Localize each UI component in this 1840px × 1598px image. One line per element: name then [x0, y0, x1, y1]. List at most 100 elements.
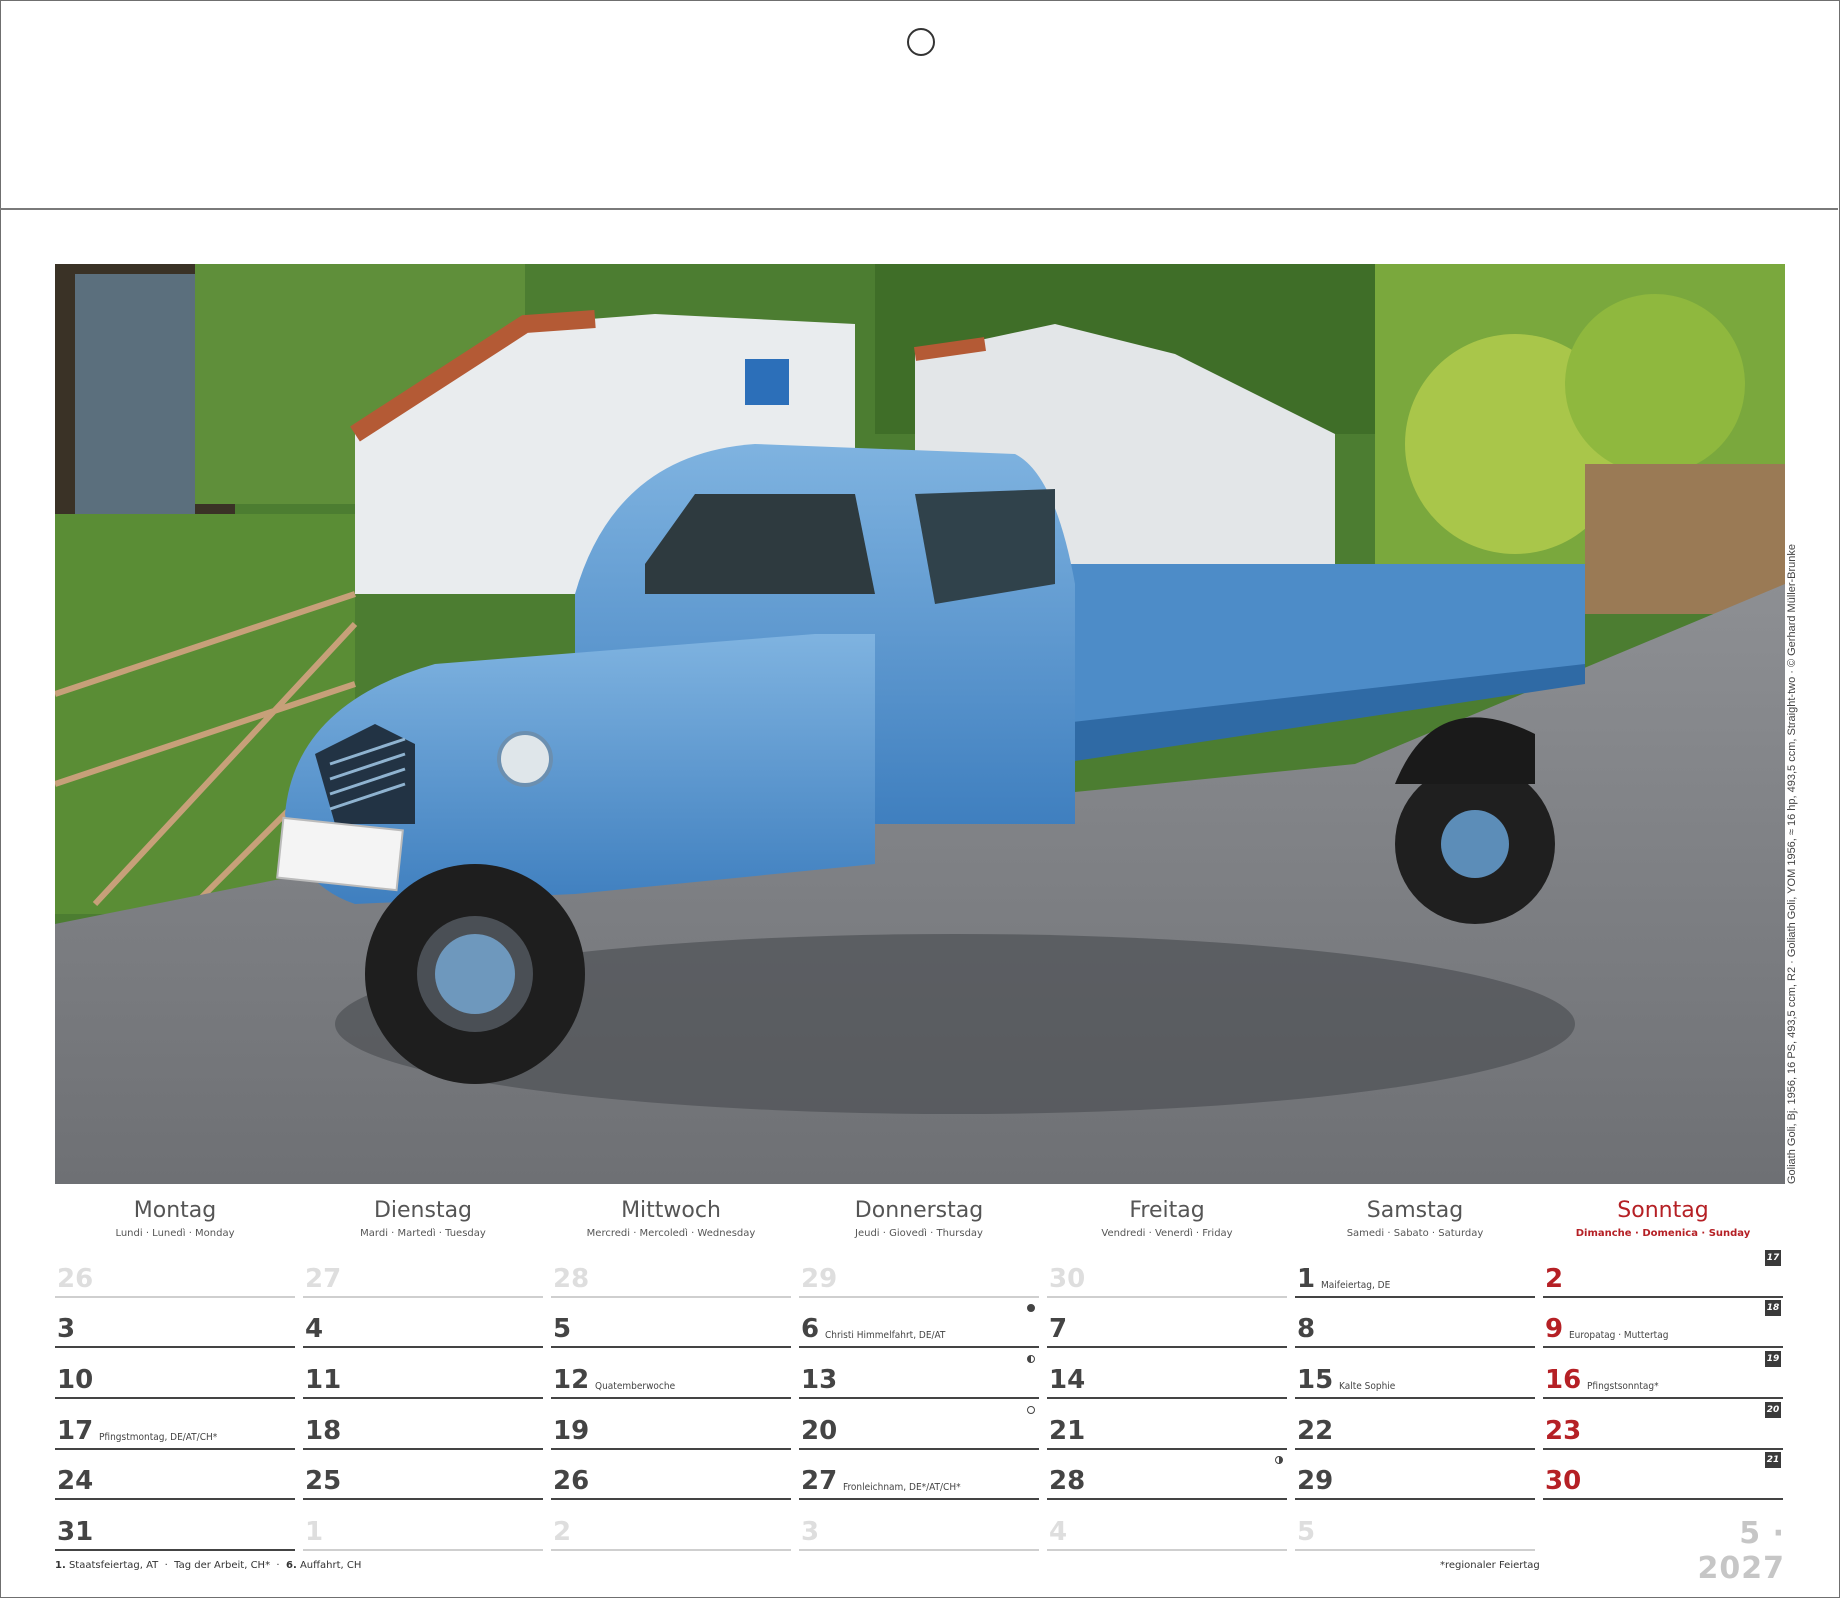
week-number-badge: 20 [1765, 1402, 1781, 1418]
day-number: 10 [57, 1365, 94, 1395]
moon-phase-last-icon [1027, 1355, 1035, 1363]
day-cell: 14 [1047, 1349, 1287, 1399]
day-number: 1 [305, 1517, 324, 1547]
day-cell: 21 [1047, 1400, 1287, 1450]
weekday-header: Montag Lundi · Lunedì · Monday [55, 1196, 295, 1239]
day-cell: 26 [55, 1248, 295, 1298]
weekday-name: Dienstag [373, 1198, 473, 1223]
day-cell: 7 [1047, 1298, 1287, 1348]
month-year-label: 5 · 2027 [1697, 1516, 1785, 1586]
day-cell: 31 [55, 1501, 295, 1551]
weekday-name: Montag [133, 1198, 217, 1223]
footer-holiday-1-text: Staatsfeiertag, AT [68, 1560, 159, 1571]
day-cell: 29 [799, 1248, 1039, 1298]
day-number: 16 [1545, 1365, 1582, 1395]
day-number: 30 [1049, 1264, 1086, 1294]
day-number: 29 [1297, 1466, 1334, 1496]
day-number: 28 [553, 1264, 590, 1294]
weekday-translations: Vendredi · Venerdì · Friday [1101, 1228, 1233, 1239]
footer-holiday-3-num: 6. [285, 1560, 297, 1571]
day-cell: 11 [303, 1349, 543, 1399]
day-cell: 27 Fronleichnam, DE*/AT/CH* [799, 1450, 1039, 1500]
weekday-name: Donnerstag [854, 1198, 984, 1223]
day-number: 26 [57, 1264, 94, 1294]
footer-holidays: 1. Staatsfeiertag, AT · Tag der Arbeit, … [55, 1560, 362, 1571]
day-cell: 13 [799, 1349, 1039, 1399]
day-cell: 20 [799, 1400, 1039, 1450]
weekday-header: Sonntag Dimanche · Domenica · Sunday [1543, 1196, 1783, 1239]
moon-phase-full-icon [1027, 1304, 1035, 1312]
weekday-translations: Lundi · Lunedì · Monday [115, 1228, 235, 1239]
day-number: 4 [1049, 1517, 1068, 1547]
day-number: 13 [801, 1365, 838, 1395]
day-number: 2 [1545, 1264, 1564, 1294]
day-cell: 18 [303, 1400, 543, 1450]
footer-regional-note: *regionaler Feiertag [1440, 1560, 1540, 1571]
day-number: 3 [57, 1314, 76, 1344]
day-cell: 5 [551, 1298, 791, 1348]
day-number: 9 [1545, 1314, 1564, 1344]
day-cell: 8 [1295, 1298, 1535, 1348]
day-number: 26 [553, 1466, 590, 1496]
day-number: 31 [57, 1517, 94, 1547]
day-cell: 28 [551, 1248, 791, 1298]
day-number: 7 [1049, 1314, 1068, 1344]
day-cell: 27 [303, 1248, 543, 1298]
day-number: 25 [305, 1466, 342, 1496]
day-cell: 1 Maifeiertag, DE [1295, 1248, 1535, 1298]
day-cell: 3 [799, 1501, 1039, 1551]
day-number: 20 [801, 1416, 838, 1446]
footer-holiday-3-text: Auffahrt, CH [299, 1560, 362, 1571]
weekday-translations: Dimanche · Domenica · Sunday [1575, 1228, 1751, 1239]
weekday-header: Samstag Samedi · Sabato · Saturday [1295, 1196, 1535, 1239]
day-cell: 28 [1047, 1450, 1287, 1500]
day-number: 17 [57, 1416, 94, 1446]
weekday-header: Donnerstag Jeudi · Giovedì · Thursday [799, 1196, 1039, 1239]
day-cell: 1 [303, 1501, 543, 1551]
day-cell: 16 Pfingstsonntag* 19 [1543, 1349, 1783, 1399]
day-cell: 15 Kalte Sophie [1295, 1349, 1535, 1399]
day-cell: 3 [55, 1298, 295, 1348]
day-number: 2 [553, 1517, 572, 1547]
weekday-header: Mittwoch Mercredi · Mercoledì · Wednesday [551, 1196, 791, 1239]
day-cell: 24 [55, 1450, 295, 1500]
day-number: 1 [1297, 1264, 1316, 1294]
day-number: 3 [801, 1517, 820, 1547]
footer-holiday-1-num: 1. [55, 1560, 66, 1571]
day-number: 28 [1049, 1466, 1086, 1496]
hanger-hole [907, 28, 935, 56]
day-number: 30 [1545, 1466, 1582, 1496]
week-number-badge: 18 [1765, 1300, 1781, 1316]
day-cell: 4 [303, 1298, 543, 1348]
weekday-translations: Jeudi · Giovedì · Thursday [855, 1228, 983, 1239]
day-number: 6 [801, 1314, 820, 1344]
day-cell: 26 [551, 1450, 791, 1500]
weekday-header: Dienstag Mardi · Martedì · Tuesday [303, 1196, 543, 1239]
day-number: 18 [305, 1416, 342, 1446]
weekday-name: Sonntag [1617, 1198, 1709, 1223]
day-holiday-note: Christi Himmelfahrt, DE/AT [825, 1330, 946, 1341]
day-number: 5 [1297, 1517, 1316, 1547]
weekday-name: Samstag [1366, 1198, 1464, 1223]
day-number: 23 [1545, 1416, 1582, 1446]
day-number: 11 [305, 1365, 342, 1395]
day-number: 22 [1297, 1416, 1334, 1446]
day-cell: 23 20 [1543, 1400, 1783, 1450]
weekday-translations: Mardi · Martedì · Tuesday [360, 1228, 486, 1239]
weekday-translations: Samedi · Sabato · Saturday [1346, 1228, 1484, 1239]
day-cell: 19 [551, 1400, 791, 1450]
day-number: 4 [305, 1314, 324, 1344]
day-number: 27 [801, 1466, 838, 1496]
week-number-badge: 17 [1765, 1250, 1781, 1266]
weekday-header: Freitag Vendredi · Venerdì · Friday [1047, 1196, 1287, 1239]
day-cell: 9 Europatag · Muttertag 18 [1543, 1298, 1783, 1348]
day-cell: 30 21 [1543, 1450, 1783, 1500]
day-number: 21 [1049, 1416, 1086, 1446]
calendar-header-strip [0, 0, 1838, 210]
day-cell: 10 [55, 1349, 295, 1399]
moon-phase-first-icon [1275, 1456, 1283, 1464]
week-number-badge: 19 [1765, 1351, 1781, 1367]
day-cell: 6 Christi Himmelfahrt, DE/AT [799, 1298, 1039, 1348]
day-holiday-note: Kalte Sophie [1339, 1381, 1396, 1392]
day-number: 19 [553, 1416, 590, 1446]
